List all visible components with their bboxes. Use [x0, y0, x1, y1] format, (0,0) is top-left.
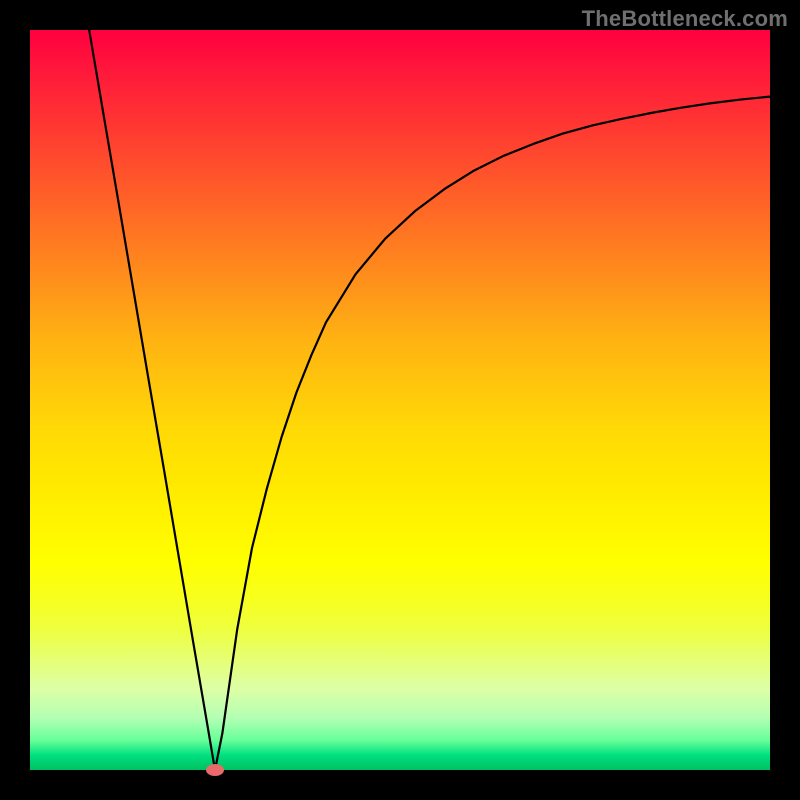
optimal-point-marker [206, 764, 224, 776]
watermark-text: TheBottleneck.com [582, 6, 788, 32]
bottleneck-curve [30, 30, 770, 770]
plot-area [30, 30, 770, 770]
chart-frame: TheBottleneck.com [0, 0, 800, 800]
